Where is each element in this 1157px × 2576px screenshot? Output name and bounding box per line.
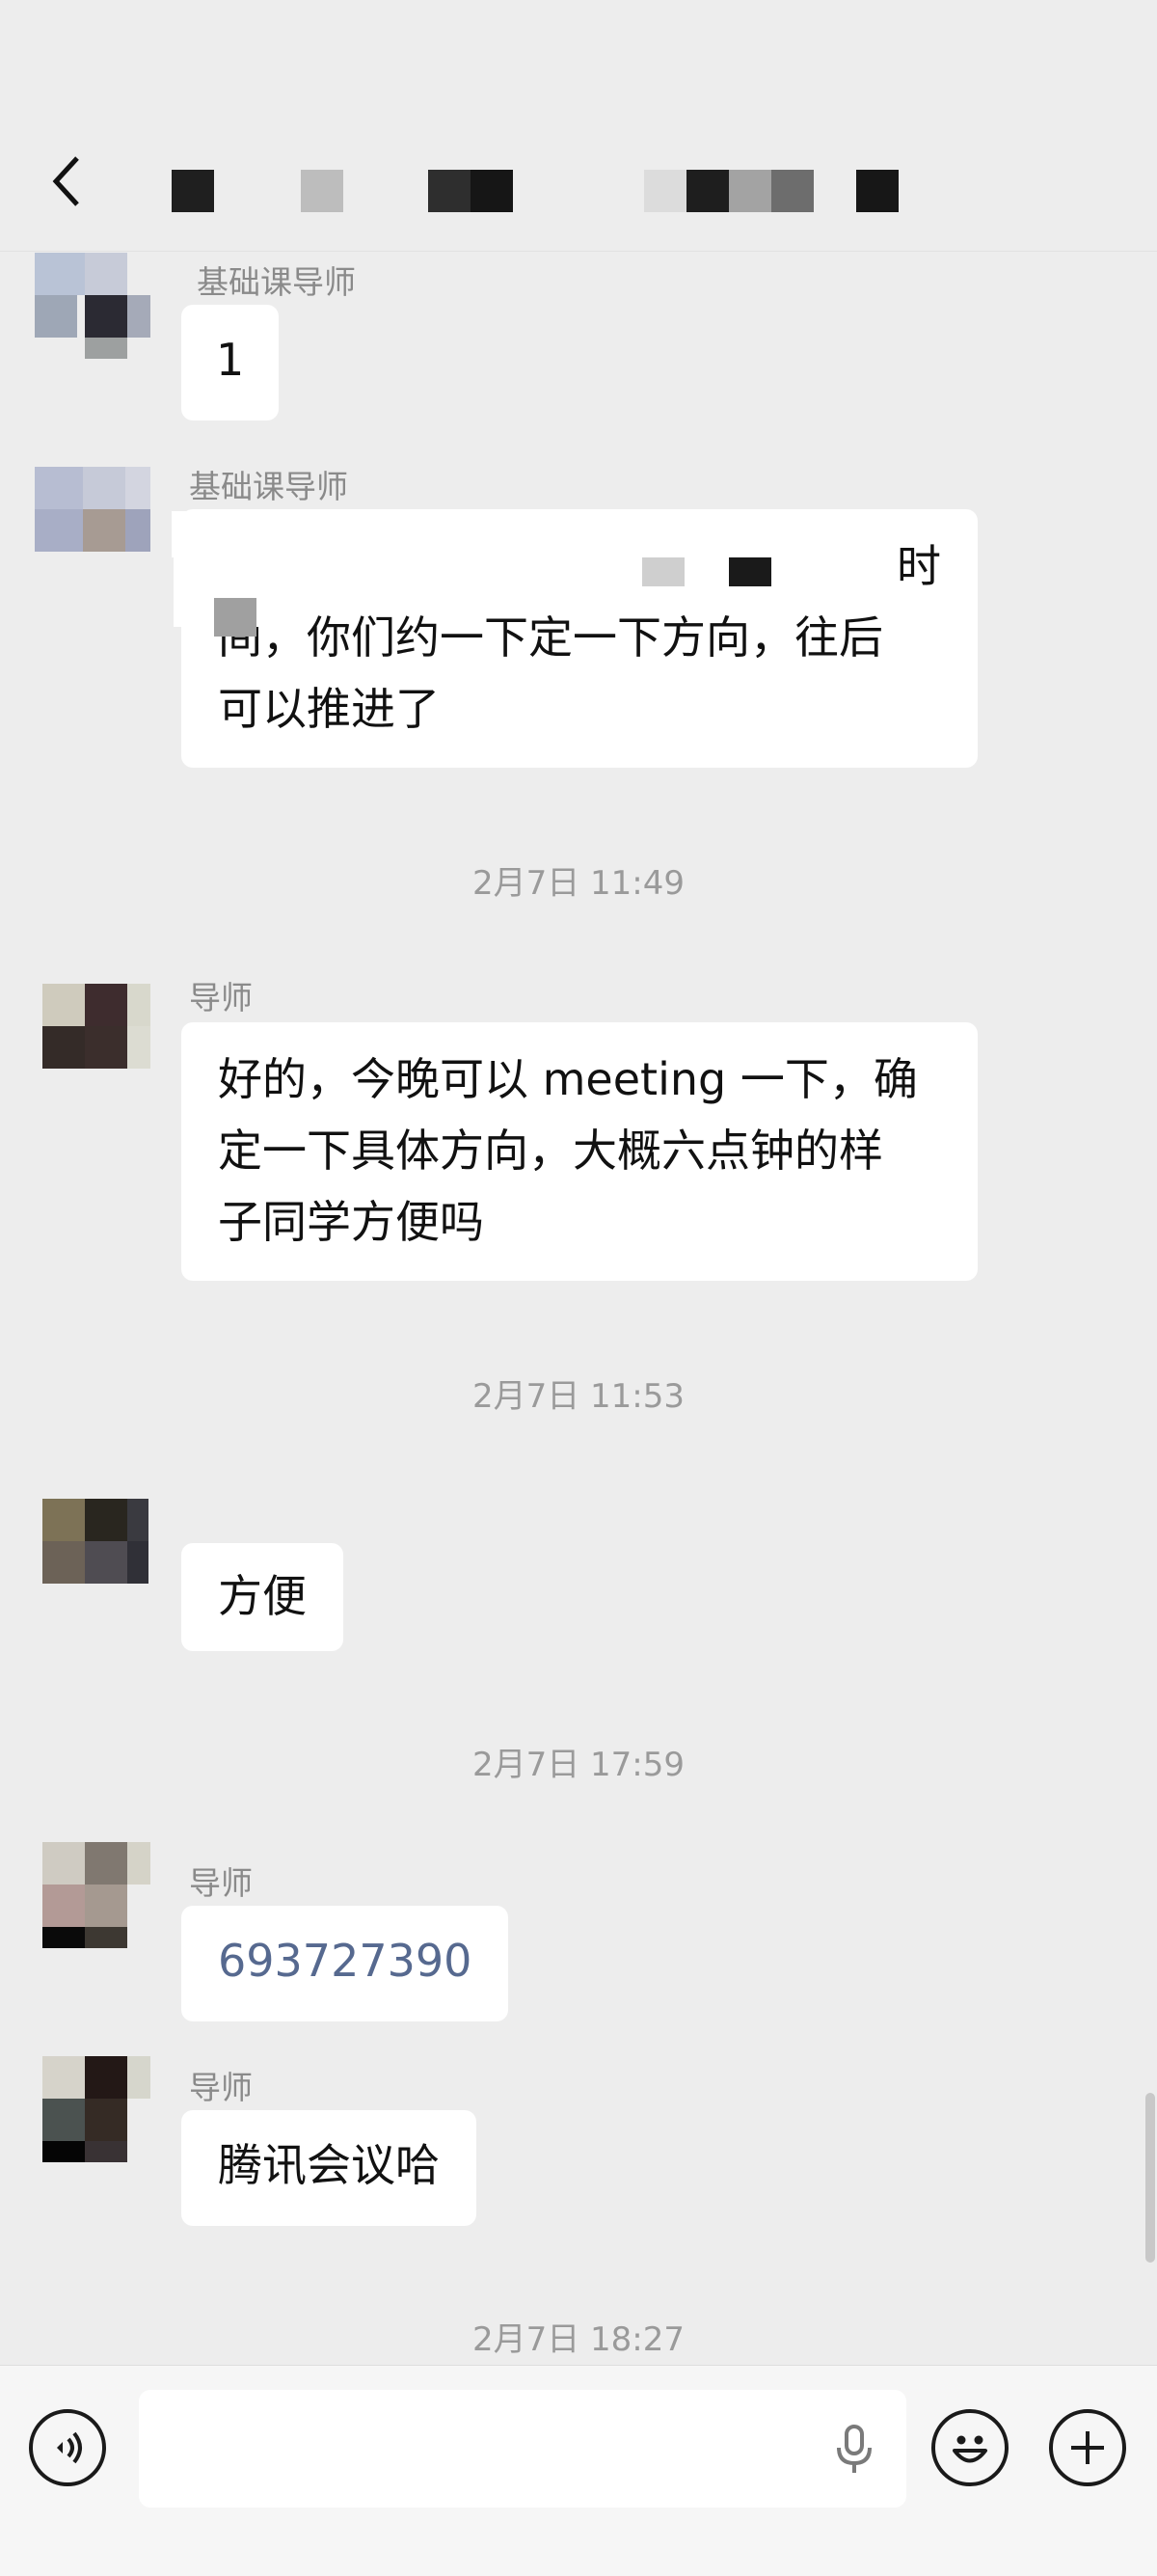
redacted-title-block (644, 170, 686, 212)
redaction-block (729, 557, 771, 586)
redaction-block (214, 598, 256, 637)
redacted-title-block (428, 170, 471, 212)
timestamp: 2月7日 11:49 (471, 864, 686, 903)
avatar[interactable] (42, 2056, 158, 2162)
sender-name: 导师 (189, 2069, 253, 2106)
message-line: 间，你们约一下定一下方向，往后 (218, 611, 883, 664)
redaction-patch (492, 559, 877, 590)
timestamp: 2月7日 18:27 (471, 2320, 686, 2359)
voice-icon (57, 2431, 82, 2464)
avatar[interactable] (42, 1499, 158, 1605)
voice-mode-button[interactable] (29, 2409, 106, 2486)
scrollbar-thumb[interactable] (1145, 2093, 1155, 2263)
avatar[interactable] (35, 457, 150, 563)
mic-button[interactable] (825, 2419, 883, 2477)
redacted-title-block (686, 170, 729, 212)
phone-number-link[interactable]: 693727390 (218, 1935, 471, 1987)
emoji-button[interactable] (931, 2409, 1009, 2486)
avatar[interactable] (35, 253, 150, 359)
timestamp: 2月7日 11:53 (471, 1377, 686, 1416)
message-text: 1 (216, 334, 245, 386)
message-line: 定一下具体方向，大概六点钟的样 (218, 1125, 883, 1177)
redacted-title-block (771, 170, 814, 212)
chevron-left-icon (52, 156, 79, 206)
redacted-title-block (856, 170, 899, 212)
back-button[interactable] (39, 152, 96, 210)
emoji-icon (953, 2435, 987, 2463)
redaction-patch (172, 511, 596, 557)
message-text: 方便 (218, 1570, 307, 1622)
more-button[interactable] (1049, 2409, 1126, 2486)
message-line: 子同学方便吗 (218, 1196, 484, 1248)
sender-name: 导师 (189, 1864, 253, 1902)
sender-name: 导师 (189, 979, 253, 1017)
message-bubble[interactable]: 693727390 (181, 1906, 509, 2021)
redacted-title-block (172, 170, 214, 212)
message-bubble[interactable]: 好的，今晚可以 meeting 一下，确 定一下具体方向，大概六点钟的样 子同学… (181, 1022, 978, 1281)
redacted-title-block (729, 170, 771, 212)
message-line: 可以推进了 (218, 683, 440, 735)
redacted-title-block (471, 170, 513, 212)
message-bubble[interactable]: 方便 (181, 1543, 343, 1651)
timestamp: 2月7日 17:59 (471, 1746, 686, 1784)
chat-header (0, 0, 1157, 252)
message-line: 好的，今晚可以 meeting 一下，确 (218, 1053, 918, 1105)
avatar[interactable] (42, 984, 158, 1090)
avatar[interactable] (42, 1842, 158, 1948)
sender-name: 基础课导师 (189, 468, 348, 505)
message-text: 腾讯会议哈 (218, 2139, 440, 2191)
message-input[interactable] (139, 2390, 906, 2508)
sender-name: 基础课导师 (197, 263, 356, 301)
message-bubble[interactable]: 腾讯会议哈 (181, 2110, 476, 2226)
redaction-block (642, 557, 685, 586)
message-bubble[interactable]: 1 (181, 305, 280, 420)
redacted-title-block (301, 170, 343, 212)
microphone-icon (837, 2425, 872, 2473)
plus-icon (1071, 2431, 1104, 2464)
